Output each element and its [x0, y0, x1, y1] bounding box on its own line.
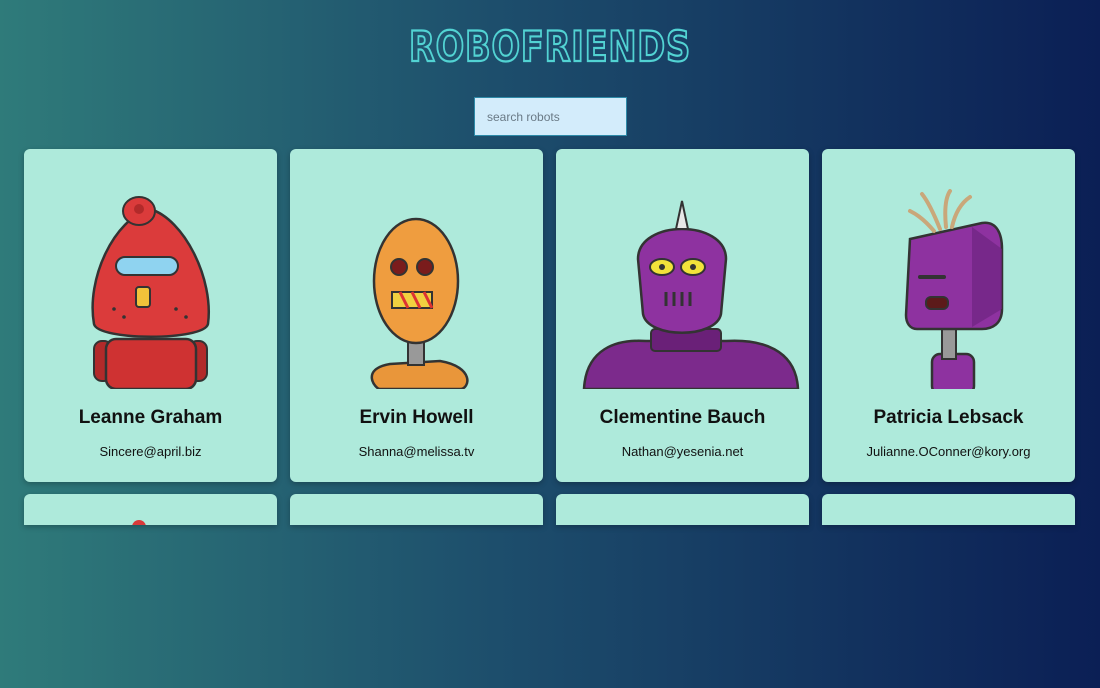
logo-wordmark: ROBOFRIENDS: [408, 22, 691, 68]
robot-card[interactable]: [822, 494, 1075, 525]
robot-image-partial: [132, 520, 146, 525]
robot-email: Julianne.OConner@kory.org: [866, 444, 1031, 459]
robot-card[interactable]: Leanne Graham Sincere@april.biz: [24, 149, 277, 482]
robot-name: Patricia Lebsack: [873, 407, 1024, 428]
robot-card[interactable]: [24, 494, 277, 525]
robot-card[interactable]: Patricia Lebsack Julianne.OConner@kory.o…: [822, 149, 1075, 482]
purple-robot-image: [582, 200, 800, 389]
purple-robot-image: [904, 189, 1004, 389]
robot-card[interactable]: Clementine Bauch Nathan@yesenia.net: [556, 149, 809, 482]
robot-name: Clementine Bauch: [599, 407, 766, 428]
app-title: ROBOFRIENDS: [409, 22, 691, 68]
robot-email: Sincere@april.biz: [99, 444, 202, 459]
robot-card[interactable]: [556, 494, 809, 525]
search-input[interactable]: [474, 97, 627, 136]
robot-name: Ervin Howell: [359, 407, 474, 428]
robot-card[interactable]: [290, 494, 543, 525]
app-logo: ROBOFRIENDS: [0, 22, 1100, 73]
orange-robot-image: [370, 217, 469, 389]
robot-email: Shanna@melissa.tv: [358, 444, 475, 459]
robot-email: Nathan@yesenia.net: [621, 444, 744, 459]
robot-name: Leanne Graham: [78, 407, 223, 428]
robot-card[interactable]: Ervin Howell Shanna@melissa.tv: [290, 149, 543, 482]
red-robot-image: [91, 196, 211, 389]
